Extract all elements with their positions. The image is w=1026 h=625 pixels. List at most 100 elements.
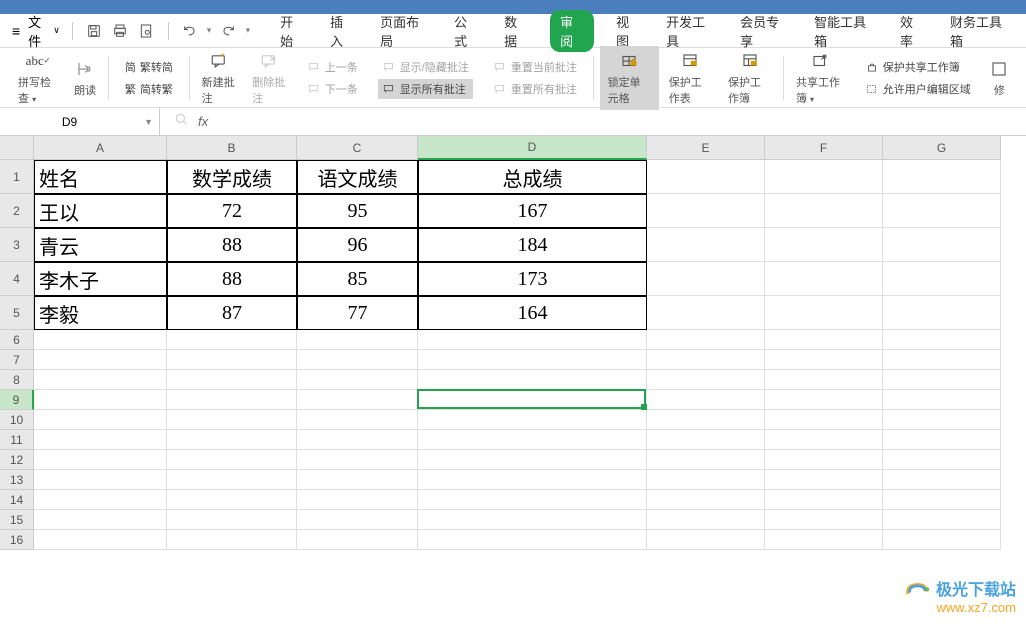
- cell-F8[interactable]: [765, 370, 883, 390]
- row-header-16[interactable]: 16: [0, 530, 34, 550]
- hamburger-icon[interactable]: ≡: [12, 23, 20, 39]
- tab-start[interactable]: 开始: [276, 10, 308, 52]
- cell-G13[interactable]: [883, 470, 1001, 490]
- cell-G6[interactable]: [883, 330, 1001, 350]
- protect-workbook-button[interactable]: 保护工作簿: [722, 50, 777, 106]
- allow-edit-button[interactable]: 允许用户编辑区域: [861, 79, 975, 99]
- row-header-3[interactable]: 3: [0, 228, 34, 262]
- cell-A2[interactable]: 王以: [34, 194, 167, 228]
- cell-G3[interactable]: [883, 228, 1001, 262]
- cell-C9[interactable]: [297, 390, 418, 410]
- cell-D9[interactable]: [418, 390, 647, 410]
- col-header-C[interactable]: C: [297, 136, 418, 160]
- tab-vip[interactable]: 会员专享: [736, 10, 792, 52]
- cell-E11[interactable]: [647, 430, 765, 450]
- cell-F15[interactable]: [765, 510, 883, 530]
- cell-F13[interactable]: [765, 470, 883, 490]
- cell-G15[interactable]: [883, 510, 1001, 530]
- cell-A3[interactable]: 青云: [34, 228, 167, 262]
- cell-C12[interactable]: [297, 450, 418, 470]
- cell-B6[interactable]: [167, 330, 297, 350]
- protect-sheet-button[interactable]: 保护工作表: [663, 50, 718, 106]
- cell-C6[interactable]: [297, 330, 418, 350]
- cell-D1[interactable]: 总成绩: [418, 160, 647, 194]
- cell-A9[interactable]: [34, 390, 167, 410]
- select-all-corner[interactable]: [0, 136, 34, 160]
- cell-C2[interactable]: 95: [297, 194, 418, 228]
- cell-C13[interactable]: [297, 470, 418, 490]
- cell-D3[interactable]: 184: [418, 228, 647, 262]
- cell-B3[interactable]: 88: [167, 228, 297, 262]
- cell-E15[interactable]: [647, 510, 765, 530]
- cell-D5[interactable]: 164: [418, 296, 647, 330]
- tab-pagelayout[interactable]: 页面布局: [376, 10, 432, 52]
- cell-C16[interactable]: [297, 530, 418, 550]
- cell-G5[interactable]: [883, 296, 1001, 330]
- tab-finance[interactable]: 财务工具箱: [946, 10, 1014, 52]
- cell-A13[interactable]: [34, 470, 167, 490]
- cell-C1[interactable]: 语文成绩: [297, 160, 418, 194]
- formula-input[interactable]: [222, 108, 1026, 135]
- cell-G4[interactable]: [883, 262, 1001, 296]
- cell-G12[interactable]: [883, 450, 1001, 470]
- cell-G16[interactable]: [883, 530, 1001, 550]
- reset-current-button[interactable]: 重置当前批注: [489, 57, 581, 77]
- cell-E7[interactable]: [647, 350, 765, 370]
- cell-D15[interactable]: [418, 510, 647, 530]
- save-icon[interactable]: [85, 21, 103, 41]
- cell-A16[interactable]: [34, 530, 167, 550]
- col-header-G[interactable]: G: [883, 136, 1001, 160]
- cell-G8[interactable]: [883, 370, 1001, 390]
- cell-C10[interactable]: [297, 410, 418, 430]
- cell-E8[interactable]: [647, 370, 765, 390]
- cell-C14[interactable]: [297, 490, 418, 510]
- cell-C4[interactable]: 85: [297, 262, 418, 296]
- cell-B8[interactable]: [167, 370, 297, 390]
- fx-icon[interactable]: fx: [198, 114, 208, 129]
- cell-D6[interactable]: [418, 330, 647, 350]
- cell-D4[interactable]: 173: [418, 262, 647, 296]
- cell-A8[interactable]: [34, 370, 167, 390]
- cell-F4[interactable]: [765, 262, 883, 296]
- cell-E3[interactable]: [647, 228, 765, 262]
- lock-cell-button[interactable]: 锁定单元格: [600, 46, 659, 110]
- delete-comment-button[interactable]: 删除批注: [246, 50, 293, 106]
- cell-F16[interactable]: [765, 530, 883, 550]
- row-header-5[interactable]: 5: [0, 296, 34, 330]
- cell-E16[interactable]: [647, 530, 765, 550]
- cell-A7[interactable]: [34, 350, 167, 370]
- tab-insert[interactable]: 插入: [326, 10, 358, 52]
- spellcheck-button[interactable]: abc✓ 拼写检查 ▾: [12, 50, 64, 106]
- cell-B5[interactable]: 87: [167, 296, 297, 330]
- cell-B7[interactable]: [167, 350, 297, 370]
- cell-D16[interactable]: [418, 530, 647, 550]
- chevron-down-icon[interactable]: ▼: [144, 117, 153, 127]
- col-header-F[interactable]: F: [765, 136, 883, 160]
- row-header-14[interactable]: 14: [0, 490, 34, 510]
- row-header-6[interactable]: 6: [0, 330, 34, 350]
- next-comment-button[interactable]: 下一条: [303, 79, 362, 99]
- cell-C3[interactable]: 96: [297, 228, 418, 262]
- cell-A6[interactable]: [34, 330, 167, 350]
- share-workbook-button[interactable]: 共享工作簿 ▾: [790, 50, 851, 106]
- cell-E9[interactable]: [647, 390, 765, 410]
- cell-E6[interactable]: [647, 330, 765, 350]
- row-header-9[interactable]: 9: [0, 390, 34, 410]
- tab-review[interactable]: 审阅: [550, 10, 594, 52]
- cell-C5[interactable]: 77: [297, 296, 418, 330]
- row-header-11[interactable]: 11: [0, 430, 34, 450]
- new-comment-button[interactable]: 新建批注: [196, 50, 243, 106]
- cell-G9[interactable]: [883, 390, 1001, 410]
- cell-D12[interactable]: [418, 450, 647, 470]
- cell-B4[interactable]: 88: [167, 262, 297, 296]
- cell-D13[interactable]: [418, 470, 647, 490]
- cell-F1[interactable]: [765, 160, 883, 194]
- row-header-2[interactable]: 2: [0, 194, 34, 228]
- redo-dropdown-icon[interactable]: ▾: [246, 25, 251, 36]
- cell-C7[interactable]: [297, 350, 418, 370]
- col-header-E[interactable]: E: [647, 136, 765, 160]
- cell-E2[interactable]: [647, 194, 765, 228]
- cell-D14[interactable]: [418, 490, 647, 510]
- cell-C15[interactable]: [297, 510, 418, 530]
- cell-B9[interactable]: [167, 390, 297, 410]
